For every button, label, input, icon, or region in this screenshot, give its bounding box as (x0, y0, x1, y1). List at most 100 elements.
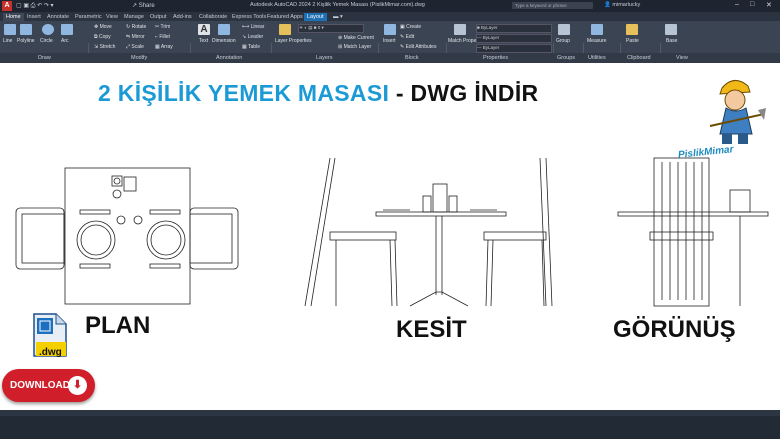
download-button[interactable]: DOWNLOAD ⬇ (2, 369, 95, 402)
create-block-tool[interactable]: ▣ Create (400, 24, 421, 30)
panel-title-modify[interactable]: Modify (131, 55, 147, 61)
edit-block-tool[interactable]: ✎ Edit (400, 34, 414, 40)
edit-attributes-tool[interactable]: ✎ Edit Attributes (400, 44, 436, 50)
plan-right-chair-seat (189, 213, 233, 264)
base-view-tool[interactable]: Base (666, 38, 677, 44)
autocad-app-icon[interactable]: A (2, 1, 12, 11)
tab-add-ins[interactable]: Add-ins (173, 13, 192, 21)
line-tool[interactable]: Line (3, 38, 12, 44)
panel-title-layers[interactable]: Layers (316, 55, 333, 61)
trim-label: Trim (160, 24, 171, 30)
move-label: Move (99, 24, 112, 30)
dimension-icon[interactable] (218, 24, 230, 35)
color-dropdown[interactable]: ■ ByLayer (476, 24, 552, 33)
scale-tool[interactable]: ⤢ Scale (126, 44, 144, 50)
trim-tool[interactable]: ✂ Trim (155, 24, 170, 30)
ribbon-options-icon[interactable]: ▬ ▾ (333, 13, 343, 21)
rotate-label: Rotate (131, 24, 147, 30)
insert-block-icon[interactable] (384, 24, 396, 35)
leader-tool[interactable]: ↘ Leader (242, 34, 263, 40)
panel-title-groups[interactable]: Groups (557, 55, 575, 61)
quick-access-toolbar[interactable]: ▢ ▣ ⎙ ↶ ↷ ▾ (16, 2, 54, 10)
scale-label: Scale (131, 44, 144, 50)
fillet-tool[interactable]: ⌐ Fillet (155, 34, 170, 40)
plan-right-chair (189, 207, 239, 270)
plan-label: PLAN (85, 312, 151, 339)
maximize-icon[interactable]: □ (750, 1, 754, 8)
panel-title-clipboard[interactable]: Clipboard (627, 55, 651, 61)
panel-title-view[interactable]: View (676, 55, 688, 61)
make-current-tool[interactable]: ⊕ Make Current (338, 35, 374, 41)
group-icon[interactable] (558, 24, 570, 35)
fillet-label: Fillet (159, 34, 170, 40)
dimension-tool[interactable]: Dimension (212, 38, 236, 44)
download-label: DOWNLOAD (10, 380, 70, 391)
tab-collaborate[interactable]: Collaborate (199, 13, 227, 21)
array-tool[interactable]: ▦ Array (155, 44, 173, 50)
panel-title-draw[interactable]: Draw (38, 55, 51, 61)
plan-right-plate (146, 220, 186, 260)
measure-icon[interactable] (591, 24, 603, 35)
match-layer-tool[interactable]: ⊞ Match Layer (338, 44, 371, 50)
tab-featured-apps[interactable]: Featured Apps (267, 13, 303, 21)
cad-drawings (15, 157, 769, 307)
base-view-icon[interactable] (665, 24, 677, 35)
insert-block-tool[interactable]: Insert (383, 38, 396, 44)
tab-home[interactable]: Home (3, 13, 24, 21)
table-tool[interactable]: ▦ Table (242, 44, 260, 50)
search-input[interactable]: Type a keyword or phrase (512, 2, 593, 9)
mirror-tool[interactable]: ⇋ Mirror (126, 34, 145, 40)
tab-insert[interactable]: Insert (27, 13, 41, 21)
linear-label: Linear (250, 24, 265, 30)
linear-tool[interactable]: ⟷ Linear (242, 24, 264, 30)
linetype-dropdown[interactable]: — ByLayer (476, 44, 552, 53)
copy-tool[interactable]: ⧉ Copy (94, 34, 111, 40)
tab-view[interactable]: View (106, 13, 118, 21)
paste-icon[interactable] (626, 24, 638, 35)
layer-properties-icon[interactable] (279, 24, 291, 35)
linetype-value: ByLayer (482, 45, 500, 50)
section-label: KESİT (396, 316, 467, 343)
text-tool[interactable]: Text (199, 38, 208, 44)
share-label: Share (138, 3, 155, 9)
leader-label: Leader (247, 34, 264, 40)
tab-express-tools[interactable]: Express Tools (232, 13, 266, 21)
user-account[interactable]: 👤 mimarlucky (604, 2, 640, 8)
circle-tool[interactable]: Circle (40, 38, 53, 44)
tab-layout[interactable]: Layout (304, 13, 327, 21)
panel-title-properties[interactable]: Properties (483, 55, 508, 61)
lineweight-dropdown[interactable]: — ByLayer (476, 34, 552, 43)
tab-parametric[interactable]: Parametric (75, 13, 102, 21)
move-tool[interactable]: ✥ Move (94, 24, 112, 30)
paste-tool[interactable]: Paste (626, 38, 639, 44)
user-name: mimarlucky (612, 2, 641, 8)
layer-dropdown[interactable]: ☀ ◐ ▤ ■ 0 ▾ (298, 24, 364, 33)
command-line[interactable] (0, 410, 780, 416)
panel-title-block[interactable]: Block (405, 55, 418, 61)
share-button[interactable]: ↗ Share (132, 2, 155, 9)
tab-annotate[interactable]: Annotate (47, 13, 69, 21)
tab-output[interactable]: Output (150, 13, 167, 21)
group-tool[interactable]: Group (556, 38, 570, 44)
section-table-top (375, 211, 507, 217)
panel-title-utilities[interactable]: Utilities (588, 55, 606, 61)
line-icon[interactable] (4, 24, 16, 35)
panel-title-annotation[interactable]: Annotation (216, 55, 242, 61)
status-bar (0, 410, 780, 439)
text-icon[interactable]: A (198, 24, 210, 35)
polyline-icon[interactable] (20, 24, 32, 35)
download-arrow-icon: ⬇ (68, 376, 87, 395)
arc-icon[interactable] (61, 24, 73, 35)
close-icon[interactable]: ✕ (766, 1, 772, 9)
circle-icon[interactable] (42, 24, 54, 35)
layer-properties-tool[interactable]: Layer Properties (275, 38, 312, 44)
minimize-icon[interactable]: – (735, 1, 739, 8)
arc-tool[interactable]: Arc (61, 38, 69, 44)
tab-manage[interactable]: Manage (124, 13, 144, 21)
measure-tool[interactable]: Measure (587, 38, 606, 44)
stretch-tool[interactable]: ⇲ Stretch (94, 44, 115, 50)
rotate-tool[interactable]: ↻ Rotate (126, 24, 146, 30)
table-label: Table (248, 44, 260, 50)
polyline-tool[interactable]: Polyline (17, 38, 35, 44)
match-properties-icon[interactable] (454, 24, 466, 35)
